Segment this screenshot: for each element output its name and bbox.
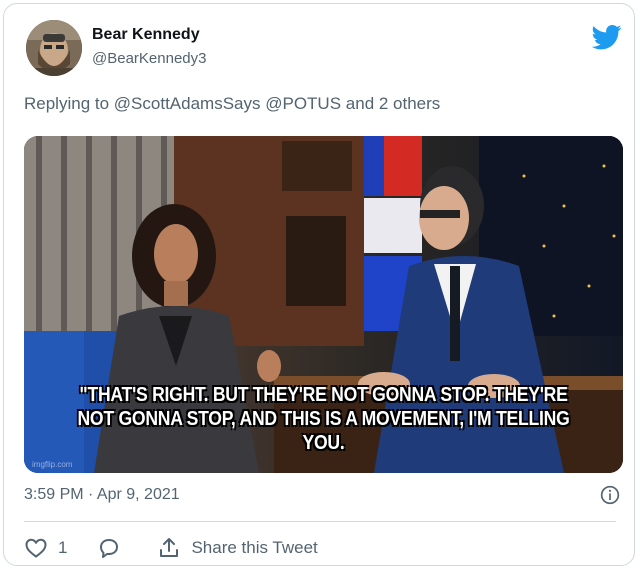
like-button[interactable]: 1 [24, 536, 67, 560]
reply-prefix: Replying to [24, 94, 110, 113]
tweet-media-image[interactable]: "That's right. But they're not gonna sto… [24, 136, 623, 473]
author-handle[interactable]: @BearKennedy3 [92, 50, 206, 67]
twitter-bird-icon[interactable] [590, 22, 624, 52]
author-avatar[interactable] [26, 20, 82, 76]
divider [24, 521, 616, 522]
meme-caption-line-1: "That's right. But they're not gonna sto… [79, 384, 568, 406]
image-watermark: imgflip.com [32, 460, 73, 469]
avatar-image [26, 20, 82, 76]
reply-mentions-link[interactable]: @ScottAdamsSays @POTUS [114, 94, 341, 113]
tweet-timestamp[interactable]: 3:59 PM · Apr 9, 2021 [24, 486, 180, 504]
info-icon[interactable] [600, 485, 620, 505]
reply-context: Replying to @ScottAdamsSays @POTUS and 2… [24, 94, 440, 114]
reply-suffix[interactable]: and 2 others [346, 94, 441, 113]
author-display-name[interactable]: Bear Kennedy [92, 26, 200, 44]
share-tweet-label: Share this Tweet [191, 538, 318, 557]
share-icon [160, 538, 179, 557]
meme-caption: "That's right. But they're not gonna sto… [60, 383, 587, 455]
tweet-actions: 1 Share this Tweet [24, 535, 340, 561]
heart-icon [25, 538, 47, 558]
reply-bubble-icon [100, 539, 119, 558]
meme-caption-line-2: not gonna stop, and this is a movement, … [77, 408, 570, 454]
reply-button[interactable] [97, 536, 121, 560]
tweet-card: Bear Kennedy @BearKennedy3 Replying to @… [3, 3, 635, 566]
share-tweet-button[interactable]: Share this Tweet [157, 536, 318, 560]
like-count: 1 [58, 538, 68, 557]
